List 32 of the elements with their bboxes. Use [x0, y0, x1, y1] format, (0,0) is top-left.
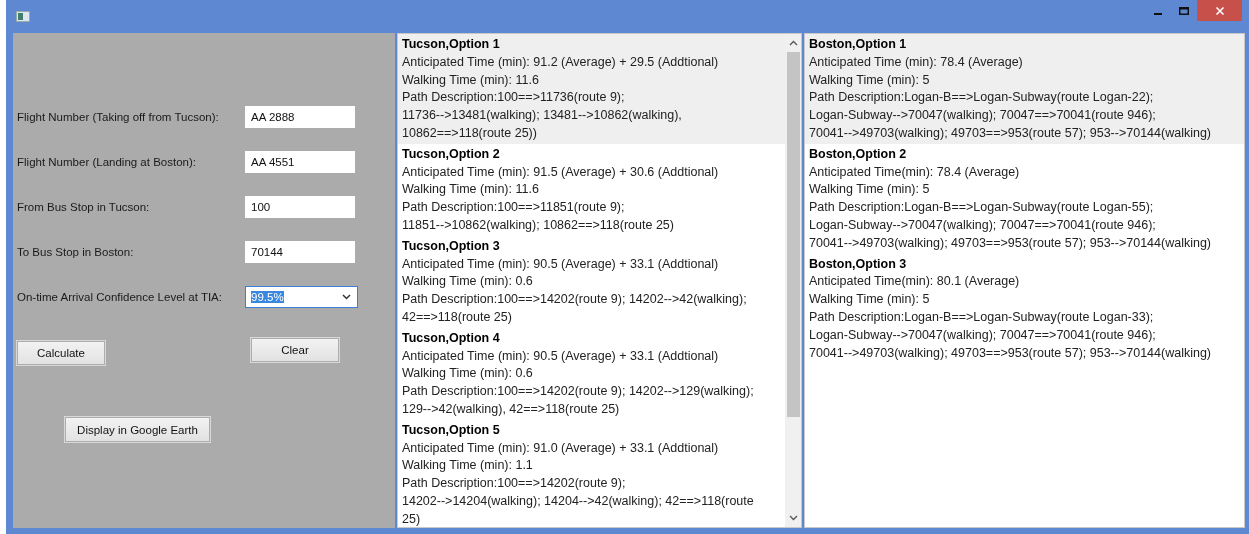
list-item[interactable]: Tucson,Option 1 Anticipated Time (min): 91.2 (Average) + 29.5 (Addtional) Walking Time (min): 11.6 Path Description:100==>11736(route 9); 11736-->13481(walking); 13481-->10862(walking), 10862==>118(route 25)): [398, 34, 785, 144]
display-button[interactable]: Display in Google Earth: [65, 417, 210, 442]
app-icon: [16, 11, 30, 22]
maximize-icon[interactable]: [1179, 6, 1189, 16]
list-item[interactable]: Tucson,Option 2 Anticipated Time (min): 91.5 (Average) + 30.6 (Addtional) Walking Time (min): 11.6 Path Description:100==>11851(route 9); 11851-->10862(walking); 10862==>118(route 25): [398, 143, 785, 236]
input-field[interactable]: 70144: [245, 240, 355, 263]
list-item[interactable]: Boston,Option 2 Anticipated Time(min): 78.4 (Average) Walking Time (min): 5 Path Description:Logan-B==>Logan-Subway(route Logan-55); Logan-Subway-->70047(walking); 70047==>70041(route 946); 70041-->49703(walking); 49703==>953(route 57); 953-->70144(walking): [805, 143, 1244, 254]
scroll-up-icon[interactable]: [788, 40, 798, 46]
field-label: To Bus Stop in Boston:: [17, 245, 135, 258]
list-item[interactable]: Tucson,Option 5 Anticipated Time (min): 91.0 (Average) + 33.1 (Addtional) Walking Time (min): 1.1 Path Description:100==>14202(route 9); 14202-->14204(walking); 14204-->42(walking); 42==>118(route 25): [398, 419, 785, 527]
field-label: Flight Number (Taking off from Tucson):: [17, 110, 220, 123]
list-item[interactable]: Boston,Option 1 Anticipated Time (min): 78.4 (Average) Walking Time (min): 5 Path Description:Logan-B==>Logan-Subway(route Logan-22); Logan-Subway-->70047(walking); 70047==>70041(route 946); 70041-->49703(walking); 49703==>953(route 57); 953-->70144(walking): [805, 34, 1244, 144]
list-item[interactable]: Tucson,Option 4 Anticipated Time (min): 90.5 (Average) + 33.1 (Addtional) Walking Time (min): 0.6 Path Description:100==>14202(route 9); 14202-->129(walking); 129-->42(walking), 42==>118(route 25): [398, 327, 785, 420]
clear-button[interactable]: Clear: [251, 338, 339, 362]
close-button[interactable]: [1197, 0, 1242, 21]
list-item[interactable]: Boston,Option 3 Anticipated Time(min): 80.1 (Average) Walking Time (min): 5 Path Description:Logan-B==>Logan-Subway(route Logan-33); Logan-Subway-->70047(walking); 70047==>70041(route 946); 70041-->49703(walking); 49703==>953(route 57); 953-->70144(walking): [805, 253, 1244, 364]
scroll-down-icon[interactable]: [788, 515, 798, 521]
calculate-button[interactable]: Calculate: [17, 341, 105, 365]
input-field[interactable]: AA 2888: [245, 105, 355, 128]
option-list[interactable]: [397, 33, 802, 528]
field-label: Flight Number (Landing at Boston):: [17, 155, 197, 168]
option-list[interactable]: [804, 33, 1245, 528]
field-label: On-time Arrival Confidence Level at TIA:: [17, 290, 223, 303]
input-field[interactable]: AA 4551: [245, 150, 355, 173]
scrollbar[interactable]: [785, 34, 801, 527]
caret-icon: [342, 293, 351, 300]
input-field[interactable]: 100: [245, 195, 355, 218]
dropdown[interactable]: 99.5%: [245, 285, 358, 308]
scrollbar-thumb[interactable]: [786, 52, 800, 417]
close-icon: [1214, 5, 1225, 16]
field-label: From Bus Stop in Tucson:: [17, 200, 151, 213]
list-item[interactable]: Tucson,Option 3 Anticipated Time (min): 90.5 (Average) + 33.1 (Addtional) Walking Time (min): 0.6 Path Description:100==>14202(route 9); 14202-->42(walking); 42==>118(route 25): [398, 235, 785, 328]
